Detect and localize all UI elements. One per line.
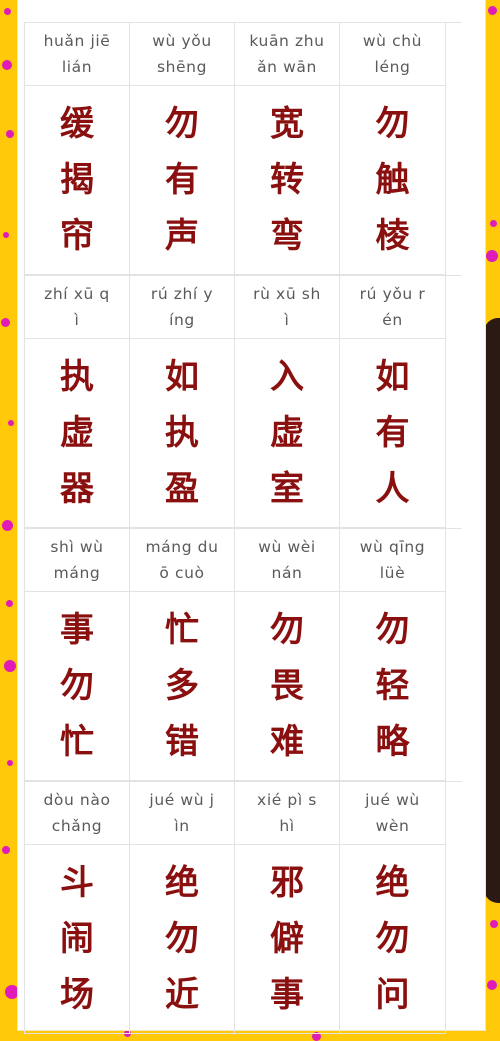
hanzi-character: 错 xyxy=(165,722,199,762)
hanzi-cell: 邪僻事 xyxy=(235,845,340,1034)
hanzi-cell: 勿有声 xyxy=(130,86,235,275)
hanzi-character: 室 xyxy=(270,469,304,509)
hanzi-character: 弯 xyxy=(270,216,304,256)
hanzi-character: 如 xyxy=(165,357,199,397)
hanzi-character: 场 xyxy=(60,975,94,1015)
hanzi-character: 闹 xyxy=(60,919,94,959)
pinyin-cell: wù chù léng xyxy=(340,23,446,86)
hanzi-cell: 宽转弯 xyxy=(235,86,340,275)
pinyin-cell: wù wèi nán xyxy=(235,529,340,592)
hanzi-character: 畏 xyxy=(270,666,304,706)
hanzi-character: 人 xyxy=(375,469,410,509)
hanzi-character: 勿 xyxy=(270,610,304,650)
hanzi-character: 入 xyxy=(270,357,304,397)
hanzi-character: 宽 xyxy=(270,104,304,144)
pinyin-cell: dòu nào chǎng xyxy=(25,782,130,845)
hanzi-character: 盈 xyxy=(165,469,199,509)
hanzi-character: 勿 xyxy=(375,104,410,144)
hanzi-cell: 斗闹场 xyxy=(25,845,130,1034)
pinyin-row: zhí xū q ì rú zhí y íng rù xū sh ì rú yǒu r… xyxy=(24,275,462,339)
hanzi-character: 执 xyxy=(60,357,94,397)
hanzi-row: 执虚器如执盈入虚室如有人 xyxy=(24,339,462,528)
hanzi-character: 勿 xyxy=(165,919,199,959)
hanzi-character: 略 xyxy=(375,722,410,762)
pinyin-hanzi-grid: huǎn jiē lián wù yǒu shēng kuān zhu ǎn wān… xyxy=(24,22,462,1034)
hanzi-character: 忙 xyxy=(165,610,199,650)
pinyin-cell: shì wù máng xyxy=(25,529,130,592)
hanzi-cell: 绝勿近 xyxy=(130,845,235,1034)
hanzi-cell: 勿触棱 xyxy=(340,86,446,275)
hanzi-character: 斗 xyxy=(60,863,94,903)
hanzi-character: 虚 xyxy=(270,413,304,453)
hanzi-character: 勿 xyxy=(375,919,410,959)
pinyin-row: huǎn jiē lián wù yǒu shēng kuān zhu ǎn wān… xyxy=(24,22,462,86)
hanzi-character: 如 xyxy=(375,357,410,397)
hanzi-character: 缓 xyxy=(60,104,94,144)
hanzi-character: 勿 xyxy=(60,666,94,706)
hanzi-character: 绝 xyxy=(165,863,199,903)
hanzi-character: 有 xyxy=(165,160,199,200)
hanzi-character: 声 xyxy=(165,216,199,256)
hanzi-character: 触 xyxy=(375,160,410,200)
phrase-group: shì wù máng máng du ō cuò wù wèi nán wù qīn… xyxy=(24,528,462,781)
pinyin-cell: rú zhí y íng xyxy=(130,276,235,339)
hanzi-character: 勿 xyxy=(375,610,410,650)
hanzi-character: 难 xyxy=(270,722,304,762)
phrase-group: zhí xū q ì rú zhí y íng rù xū sh ì rú yǒu r… xyxy=(24,275,462,528)
hanzi-character: 执 xyxy=(165,413,199,453)
hanzi-character: 事 xyxy=(270,975,304,1015)
pinyin-cell: zhí xū q ì xyxy=(25,276,130,339)
pinyin-cell: rú yǒu r én xyxy=(340,276,446,339)
hanzi-cell: 缓揭帘 xyxy=(25,86,130,275)
pinyin-cell: jué wù wèn xyxy=(340,782,446,845)
hanzi-row: 事勿忙忙多错勿畏难勿轻略 xyxy=(24,592,462,781)
pinyin-row: shì wù máng máng du ō cuò wù wèi nán wù qīn… xyxy=(24,528,462,592)
hanzi-cell: 事勿忙 xyxy=(25,592,130,781)
hanzi-cell: 勿轻略 xyxy=(340,592,446,781)
hanzi-character: 勿 xyxy=(165,104,199,144)
hanzi-character: 近 xyxy=(165,975,199,1015)
hanzi-character: 忙 xyxy=(60,722,94,762)
phrase-group: dòu nào chǎng jué wù j ìn xié pì s hì jué w… xyxy=(24,781,462,1034)
hanzi-row: 缓揭帘勿有声宽转弯勿触棱 xyxy=(24,86,462,275)
pinyin-cell: kuān zhu ǎn wān xyxy=(235,23,340,86)
hanzi-character: 邪 xyxy=(270,863,304,903)
pinyin-cell: huǎn jiē lián xyxy=(25,23,130,86)
hanzi-character: 虚 xyxy=(60,413,94,453)
hanzi-cell: 执虚器 xyxy=(25,339,130,528)
pinyin-cell: wù qīng lüè xyxy=(340,529,446,592)
pinyin-cell: máng du ō cuò xyxy=(130,529,235,592)
hanzi-cell: 勿畏难 xyxy=(235,592,340,781)
pinyin-cell: rù xū sh ì xyxy=(235,276,340,339)
hanzi-cell: 如执盈 xyxy=(130,339,235,528)
hanzi-cell: 如有人 xyxy=(340,339,446,528)
hanzi-cell: 绝勿问 xyxy=(340,845,446,1034)
hanzi-character: 转 xyxy=(270,160,304,200)
hanzi-character: 多 xyxy=(165,666,199,706)
hanzi-character: 帘 xyxy=(60,216,94,256)
hanzi-row: 斗闹场绝勿近邪僻事绝勿问 xyxy=(24,845,462,1034)
hanzi-cell: 忙多错 xyxy=(130,592,235,781)
hanzi-character: 绝 xyxy=(375,863,410,903)
hanzi-character: 轻 xyxy=(375,666,410,706)
photo-edge xyxy=(484,318,500,903)
hanzi-character: 器 xyxy=(60,469,94,509)
pinyin-cell: xié pì s hì xyxy=(235,782,340,845)
pinyin-row: dòu nào chǎng jué wù j ìn xié pì s hì jué w… xyxy=(24,781,462,845)
pinyin-cell: jué wù j ìn xyxy=(130,782,235,845)
hanzi-character: 有 xyxy=(375,413,410,453)
hanzi-character: 揭 xyxy=(60,160,94,200)
pinyin-cell: wù yǒu shēng xyxy=(130,23,235,86)
hanzi-character: 问 xyxy=(375,975,410,1015)
phrase-group: huǎn jiē lián wù yǒu shēng kuān zhu ǎn wān… xyxy=(24,22,462,275)
hanzi-character: 事 xyxy=(60,610,94,650)
hanzi-character: 棱 xyxy=(375,216,410,256)
hanzi-cell: 入虚室 xyxy=(235,339,340,528)
hanzi-character: 僻 xyxy=(270,919,304,959)
